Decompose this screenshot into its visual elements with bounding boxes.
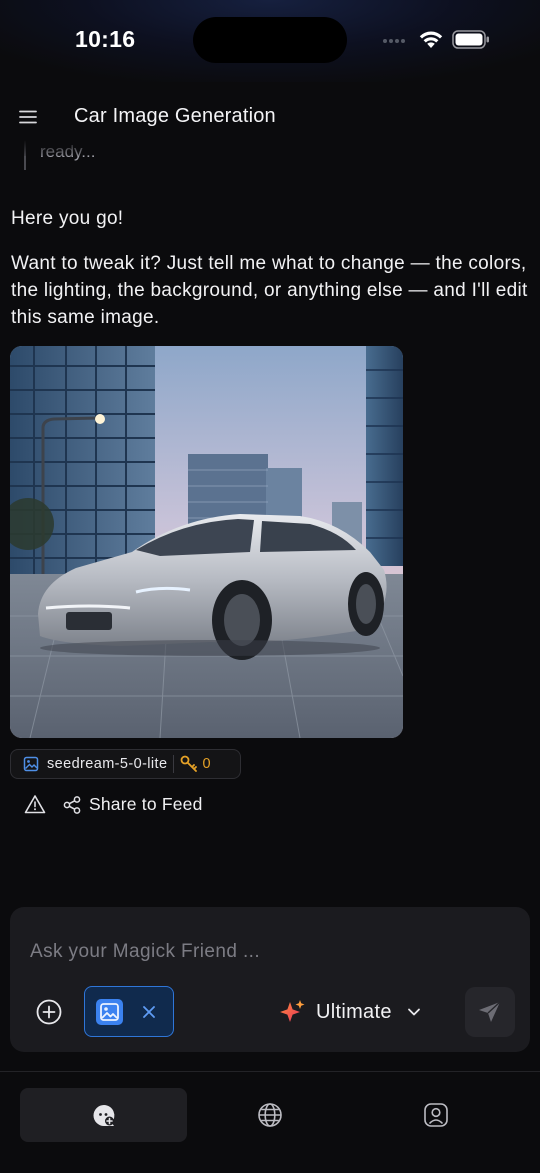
wifi-icon: [419, 31, 443, 48]
share-icon[interactable]: [62, 795, 82, 815]
image-icon: [23, 756, 39, 772]
profile-icon: [424, 1103, 448, 1127]
battery-icon: [452, 30, 489, 49]
send-button[interactable]: [465, 987, 515, 1037]
image-attachment-toggle[interactable]: [84, 986, 174, 1037]
model-select-label: Ultimate: [316, 1000, 392, 1023]
model-name: seedream-5-0-lite: [47, 756, 168, 772]
message-input[interactable]: [30, 937, 500, 967]
key-count: 0: [202, 756, 211, 772]
chat-icon: [93, 1105, 115, 1126]
previous-message-fragment: ready...: [24, 140, 224, 170]
app-header: Car Image Generation: [0, 96, 540, 138]
model-selector[interactable]: Ultimate: [278, 995, 422, 1029]
status-bar: 10:16: [0, 0, 540, 82]
tab-explore[interactable]: [250, 1088, 290, 1142]
model-chip[interactable]: seedream-5-0-lite 0: [10, 749, 241, 779]
send-icon: [479, 1001, 501, 1022]
dynamic-island: [193, 17, 347, 63]
generated-car-image: [10, 346, 403, 738]
page-title: Car Image Generation: [74, 105, 276, 127]
chip-divider: [173, 755, 175, 773]
bottom-nav-divider: [0, 1071, 540, 1072]
generated-image[interactable]: [10, 346, 403, 738]
add-attachment-button[interactable]: [35, 998, 63, 1026]
image-icon: [96, 999, 123, 1025]
assistant-reply-intro: Here you go!: [11, 208, 124, 229]
status-time: 10:16: [75, 26, 136, 52]
chevron-down-icon: [407, 1008, 420, 1016]
tab-chat[interactable]: [20, 1088, 187, 1142]
globe-icon: [258, 1103, 282, 1127]
close-icon[interactable]: [141, 1004, 157, 1020]
app-screen: 10:16 Car Image Generation ready... Here…: [0, 0, 540, 1173]
key-icon: [181, 755, 198, 772]
cellular-signal-icon: [383, 37, 411, 45]
scroll-fade: [24, 140, 224, 156]
message-composer: Ultimate: [10, 907, 530, 1052]
warning-icon[interactable]: [24, 794, 46, 814]
sparkle-icon: [280, 1000, 305, 1022]
assistant-reply-body: Want to tweak it? Just tell me what to c…: [11, 253, 528, 328]
hamburger-menu-icon[interactable]: [18, 107, 38, 127]
share-to-feed-button[interactable]: Share to Feed: [89, 794, 203, 815]
tab-profile[interactable]: [416, 1088, 456, 1142]
